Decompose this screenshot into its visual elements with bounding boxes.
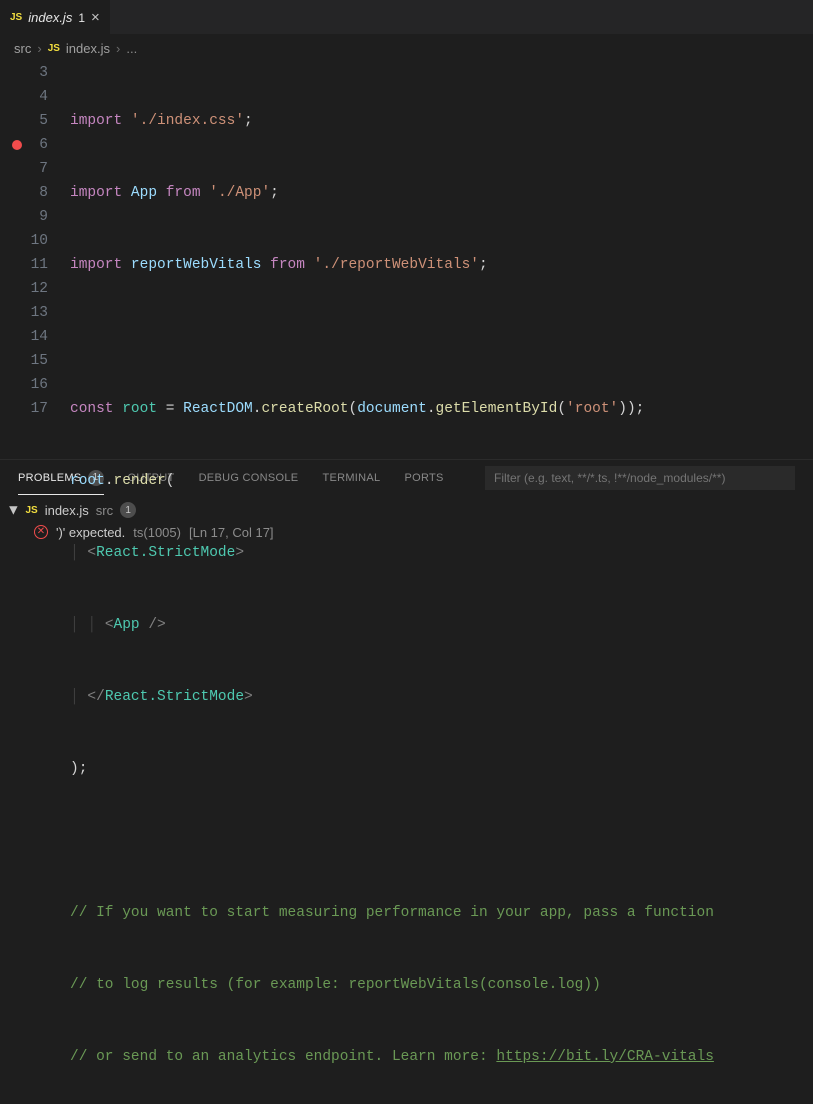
line-number: 5	[0, 109, 48, 133]
breadcrumb[interactable]: src › JS index.js › ...	[0, 35, 813, 61]
js-file-icon: JS	[48, 43, 60, 54]
js-file-icon: JS	[10, 12, 22, 23]
tab-dirty-badge: 1	[78, 11, 85, 25]
line-number: 9	[0, 205, 48, 229]
line-number: 11	[0, 253, 48, 277]
breadcrumb-folder: src	[14, 41, 31, 56]
line-number: 3	[0, 61, 48, 85]
line-number: 14	[0, 325, 48, 349]
breakpoint-error-icon[interactable]	[12, 140, 22, 150]
line-number-gutter: 34567891011121314151617	[0, 61, 70, 459]
line-number: 16	[0, 373, 48, 397]
code-editor[interactable]: 34567891011121314151617 import './index.…	[0, 61, 813, 459]
line-number: 8	[0, 181, 48, 205]
chevron-right-icon: ›	[116, 41, 120, 56]
line-number: 17	[0, 397, 48, 421]
line-number: 4	[0, 85, 48, 109]
line-number: 12	[0, 277, 48, 301]
error-icon: ✕	[34, 525, 48, 539]
line-number: 10	[0, 229, 48, 253]
tab-bar: JS index.js 1 ×	[0, 0, 813, 35]
code-content[interactable]: import './index.css'; import App from '.…	[70, 61, 813, 459]
chevron-down-icon[interactable]: ▶	[8, 506, 21, 514]
breadcrumb-file: index.js	[66, 41, 110, 56]
line-number: 13	[0, 301, 48, 325]
js-file-icon: JS	[25, 505, 37, 516]
editor-tab-indexjs[interactable]: JS index.js 1 ×	[0, 0, 110, 34]
line-number: 15	[0, 349, 48, 373]
tab-filename: index.js	[28, 10, 72, 25]
line-number: 7	[0, 157, 48, 181]
line-number: 6	[0, 133, 48, 157]
close-icon[interactable]: ×	[91, 10, 100, 25]
chevron-right-icon: ›	[37, 41, 41, 56]
breadcrumb-symbol: ...	[126, 41, 137, 56]
